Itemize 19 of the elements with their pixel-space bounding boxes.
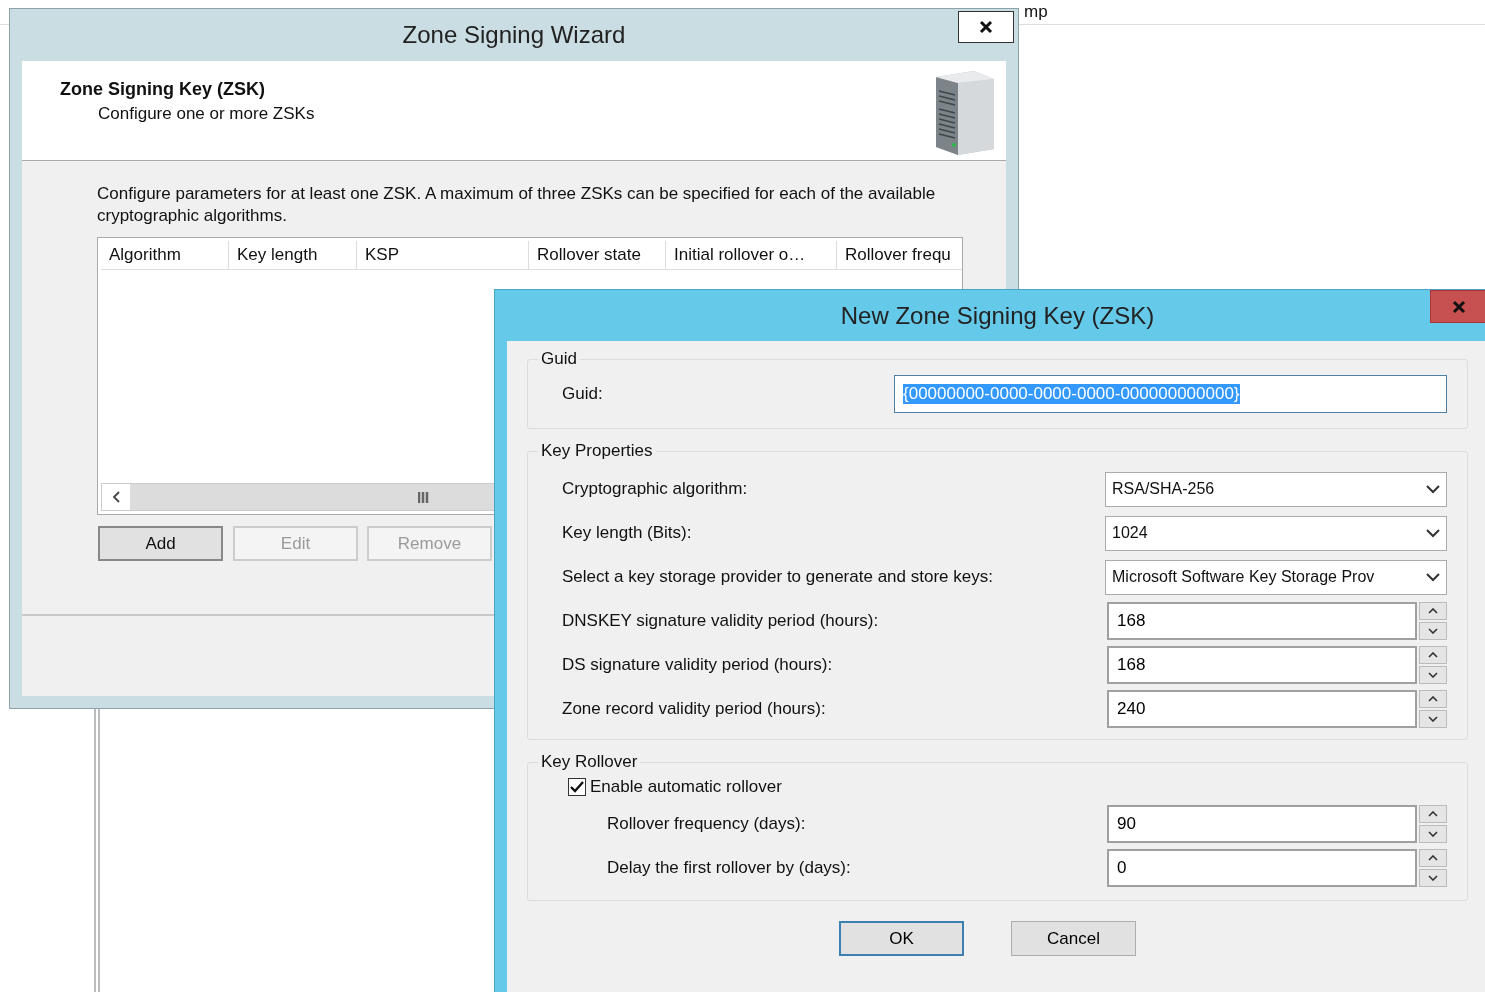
field-label: Delay the first rollover by (days): — [607, 858, 851, 878]
field-label: Zone record validity period (hours): — [562, 699, 826, 719]
page-subtitle: Configure one or more ZSKs — [97, 104, 315, 124]
checkbox-label: Enable automatic rollover — [590, 777, 782, 797]
field-label: Rollover frequency (days): — [607, 814, 806, 834]
page-title: Zone Signing Key (ZSK) — [60, 79, 266, 100]
field-label: Select a key storage provider to generate and store keys: — [562, 567, 993, 587]
column-heading: mp — [1024, 2, 1048, 22]
field-label: Key length (Bits): — [562, 523, 692, 543]
field-label: DNSKEY signature validity period (hours): — [562, 611, 879, 631]
field-label: Guid: — [562, 384, 603, 404]
group-title: Key Properties — [540, 441, 654, 461]
field-label: DS signature validity period (hours): — [562, 655, 833, 675]
window-title: New Zone Signing Key (ZSK) — [840, 301, 1155, 330]
window-title: Zone Signing Wizard — [402, 21, 626, 49]
description-text: Configure parameters for at least one ZSK. A maximum of three ZSKs can be specified for each of the available cryptographic algorithms. — [97, 183, 937, 227]
field-label: Cryptographic algorithm: — [562, 479, 748, 499]
group-title: Key Rollover — [540, 752, 639, 772]
group-title: Guid — [540, 349, 578, 369]
